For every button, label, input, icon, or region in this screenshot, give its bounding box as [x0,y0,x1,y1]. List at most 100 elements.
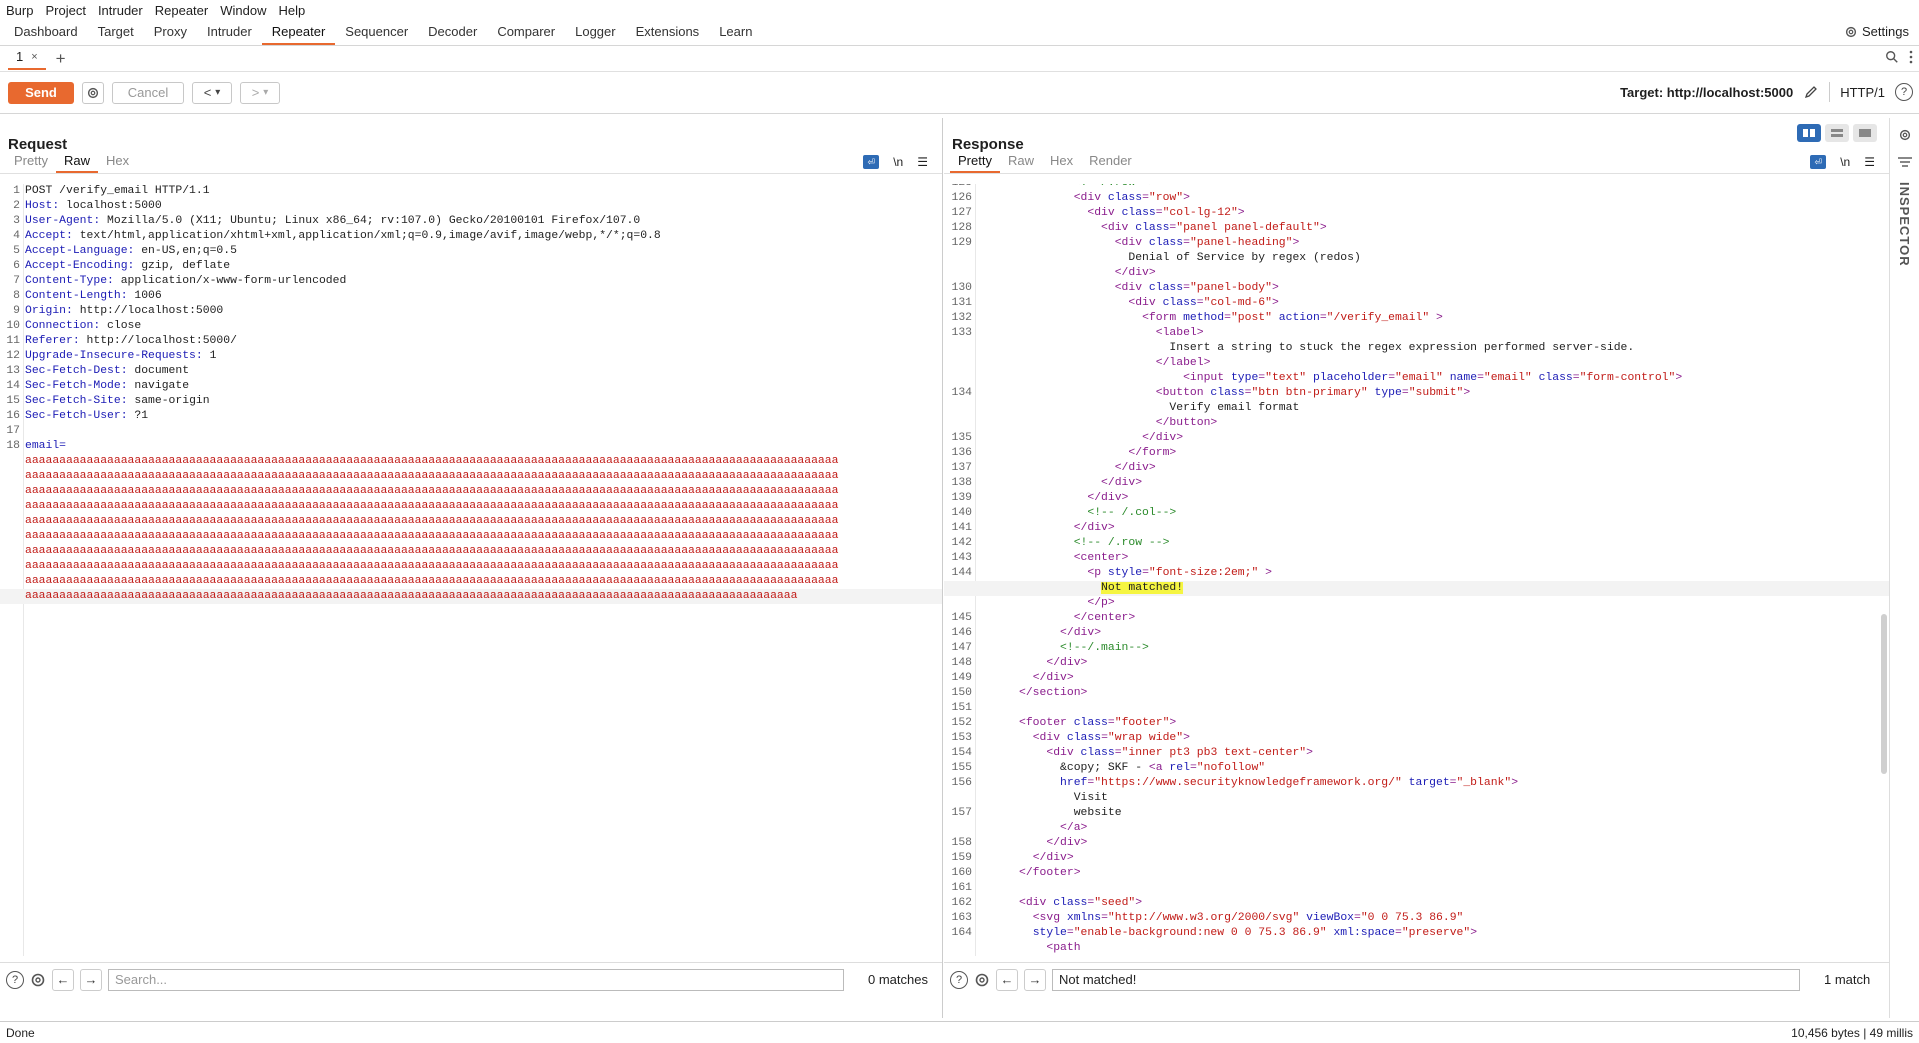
line-number: 152 [951,717,972,729]
line-number: 157 [951,807,972,819]
tab-repeater[interactable]: Repeater [261,20,336,45]
code-token: = [1155,207,1163,219]
settings-button[interactable]: Settings [1844,24,1909,39]
code-token: > [1306,747,1313,759]
search-icon[interactable] [1885,50,1899,64]
tab-proxy[interactable]: Proxy [144,20,197,45]
line-number: 17 [6,425,20,437]
menu-item-project[interactable]: Project [45,3,85,18]
send-button[interactable]: Send [8,81,74,104]
previous-match-button[interactable]: ← [52,968,74,991]
target-label: Target: http://localhost:5000 [1620,84,1794,100]
tab-intruder[interactable]: Intruder [197,20,262,45]
tabs-layout-icon[interactable] [1853,124,1877,142]
tab-logger[interactable]: Logger [565,20,625,45]
inspector-tab[interactable]: INSPECTOR [1897,182,1912,267]
more-options-icon[interactable] [1909,50,1913,64]
newline-toggle[interactable]: \n [1840,155,1850,169]
next-match-button[interactable]: → [1024,968,1046,991]
split-horizontal-icon[interactable] [1797,124,1821,142]
line-number: 151 [951,702,972,714]
tab-learn[interactable]: Learn [709,20,762,45]
menu-icon[interactable]: ☰ [1864,155,1875,169]
tab-extensions[interactable]: Extensions [626,20,710,45]
header-name: Connection: [25,320,101,332]
code-token: "/verify_email" [1326,312,1437,324]
response-tab-render[interactable]: Render [1081,153,1140,173]
help-icon[interactable]: ? [6,970,24,989]
tab-comparer[interactable]: Comparer [487,20,565,45]
protocol-selector[interactable]: HTTP/1 [1840,85,1885,100]
edit-target-icon[interactable] [1803,84,1819,100]
cancel-button[interactable]: Cancel [112,81,184,104]
back-button[interactable]: < ▾ [192,81,232,104]
request-tab-hex[interactable]: Hex [98,153,137,173]
menu-item-window[interactable]: Window [220,3,266,18]
send-settings-button[interactable] [82,81,104,104]
forward-button[interactable]: > ▾ [240,81,280,104]
code-token: = [1449,777,1457,789]
filter-icon[interactable] [1897,156,1912,168]
split-vertical-icon[interactable] [1825,124,1849,142]
line-number: 150 [951,687,972,699]
code-token: </div> [1046,657,1088,669]
gear-icon[interactable] [1898,128,1912,142]
line-number: 149 [951,672,972,684]
code-token: </a> [1060,822,1088,834]
code-line: 18 email= [0,439,942,454]
word-wrap-icon[interactable]: ⏎ [1810,155,1827,169]
menu-item-repeater[interactable]: Repeater [155,3,208,18]
code-token: </p> [1087,597,1115,609]
request-search-input[interactable] [108,968,844,991]
request-view-tabs: Pretty Raw Hex ⏎ \n ☰ [0,153,942,174]
code-token: = [1477,372,1484,384]
repeater-tab-label: 1 [16,49,24,64]
response-editor[interactable]: 125 <!--/.row-->126 <div class="row">127… [944,184,1889,956]
response-tab-raw[interactable]: Raw [1000,153,1042,173]
code-token: "_blank" [1456,777,1512,789]
menu-icon[interactable]: ☰ [917,155,928,169]
request-tab-raw[interactable]: Raw [55,153,98,173]
tab-dashboard[interactable]: Dashboard [4,20,88,45]
tab-decoder[interactable]: Decoder [418,20,487,45]
word-wrap-icon[interactable]: ⏎ [863,155,880,169]
response-view-tabs: Pretty Raw Hex Render ⏎ \n ☰ [944,153,1889,174]
request-tab-pretty[interactable]: Pretty [6,153,56,173]
code-token: = [1066,927,1074,939]
code-token: "font-size:2em;" [1148,567,1266,579]
newline-toggle[interactable]: \n [893,155,903,169]
code-token: = [1183,237,1190,249]
code-line: 139 </div> [944,491,1889,506]
menu-item-intruder[interactable]: Intruder [98,3,143,18]
help-icon[interactable]: ? [1895,83,1913,101]
request-editor[interactable]: 1 POST /verify_email HTTP/1.1 2 Host: local… [0,184,942,956]
menu-item-burp[interactable]: Burp [6,3,33,18]
tab-sequencer[interactable]: Sequencer [335,20,418,45]
code-line: 133 <label> [944,326,1889,341]
code-line: Denial of Service by regex (redos) [944,251,1889,266]
response-tab-hex[interactable]: Hex [1042,153,1081,173]
line-number: 130 [951,282,972,294]
gear-icon [1845,26,1857,37]
code-line: 125 <!--/.row--> [944,184,1889,191]
next-match-button[interactable]: → [80,968,102,991]
add-tab-button[interactable]: + [56,49,66,69]
code-line: 153 <div class="wrap wide"> [944,731,1889,746]
previous-match-button[interactable]: ← [996,968,1018,991]
code-line: 136 </form> [944,446,1889,461]
response-search-input[interactable] [1052,968,1800,991]
gear-icon[interactable] [974,972,990,988]
gear-icon[interactable] [30,972,46,988]
close-icon[interactable]: × [31,51,37,63]
request-scrollbar[interactable] [932,184,942,956]
header-name: Sec-Fetch-Site: [25,395,128,407]
response-scrollbar[interactable] [1879,184,1889,956]
tab-target[interactable]: Target [88,20,144,45]
response-tab-pretty[interactable]: Pretty [950,153,1000,173]
scroll-thumb[interactable] [1881,614,1887,774]
menu-item-help[interactable]: Help [278,3,305,18]
help-icon[interactable]: ? [950,970,968,989]
repeater-tab-1[interactable]: 1 × [8,48,46,70]
code-token: </footer> [1019,867,1081,879]
line-number: 6 [13,260,20,272]
